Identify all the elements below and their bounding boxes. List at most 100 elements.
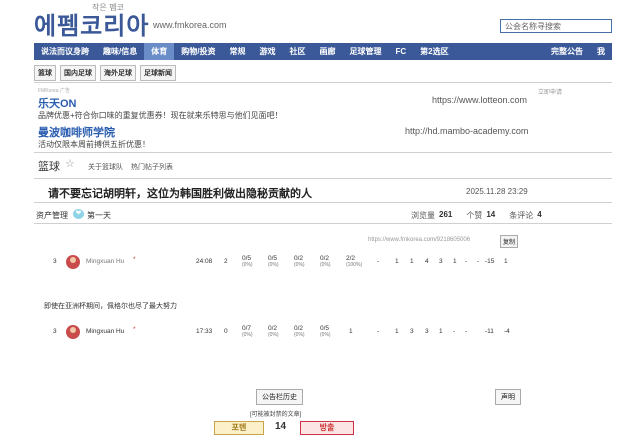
nav-item[interactable]: 说法而议身跨 xyxy=(34,43,96,60)
nav-item[interactable]: 画廊 xyxy=(312,43,342,60)
stat-value: - xyxy=(465,258,468,265)
stat-value: 1 xyxy=(453,258,457,265)
stats-gap xyxy=(456,210,462,221)
jersey-number: 3 xyxy=(53,328,57,335)
nav-item[interactable]: 游戏 xyxy=(252,43,282,60)
stat-value: 4 xyxy=(425,258,429,265)
ad-desc: 品牌优惠+符合你口味的重复优惠券！现在就来乐特思与他们见面吧！ xyxy=(38,111,283,120)
stat-value: 1 xyxy=(410,258,414,265)
stat-value: 0/5 xyxy=(320,325,330,332)
ad-desc: 活动仅限本周前搏供五折优惠！ xyxy=(38,140,150,149)
stat-row: 3 Mingxuan Hu * 24:08 2 0/5 (0%) 0/5 (0%) … xyxy=(53,255,513,270)
stat-cell: 2/2 (100%) xyxy=(346,255,362,268)
divider xyxy=(34,202,612,203)
board-history-button[interactable]: 公告栏历史 xyxy=(256,389,303,405)
divider xyxy=(34,178,612,179)
stat-value: 2/2 xyxy=(346,255,356,262)
stat-pct: (0%) xyxy=(294,262,305,268)
ad-title[interactable]: 曼波咖啡师学院 xyxy=(38,124,115,140)
nav-item[interactable]: 第2选区 xyxy=(413,43,455,60)
stat-value: - xyxy=(377,328,380,335)
stat-value: - xyxy=(477,258,480,265)
stat-cell: 0/2 (0%) xyxy=(268,325,279,338)
permalink[interactable]: https://www.fmkorea.com/9218605006 xyxy=(368,237,470,243)
logo-text: 에펨코리아 xyxy=(34,12,150,40)
nav-item[interactable]: 常规 xyxy=(222,43,252,60)
divider xyxy=(34,223,612,224)
stat-pct: (0%) xyxy=(242,332,253,338)
stat-cell: 0/5 (0%) xyxy=(242,255,253,268)
site-logo[interactable]: 작은 펨코 에펨코리아 xyxy=(34,3,150,41)
vote-up-button[interactable]: 포텐 xyxy=(214,421,264,435)
stat-value: 3 xyxy=(410,328,414,335)
stat-value: 0/5 xyxy=(268,255,278,262)
ad-url[interactable]: http://hd.mambo-academy.com xyxy=(405,126,528,136)
main-nav: 说法而议身跨 趣味/信息 体育 购物/投资 常规 游戏 社区 画廊 足球管理 F… xyxy=(34,43,612,60)
stat-pct: (0%) xyxy=(320,262,331,268)
divider xyxy=(34,82,612,83)
stat-pct: (0%) xyxy=(294,332,305,338)
ad-apply-link[interactable]: 立即申请 xyxy=(538,87,562,96)
post-stats: 浏览量 261 个赞 14 条评论 4 xyxy=(411,210,542,221)
stat-cell: 0/2 (0%) xyxy=(294,325,305,338)
player-mark: * xyxy=(133,326,136,333)
views-count: 261 xyxy=(439,210,453,219)
likes-count: 14 xyxy=(486,210,496,219)
nav-item[interactable]: FC xyxy=(388,43,413,60)
ad-title[interactable]: 乐天ON xyxy=(38,95,77,111)
stat-value: 3 xyxy=(425,328,429,335)
ad-url[interactable]: https://www.lotteon.com xyxy=(432,95,527,105)
divider xyxy=(34,152,612,153)
stat-value: 0/2 xyxy=(294,255,304,262)
copy-button[interactable]: 复制 xyxy=(500,235,519,248)
nav-item[interactable]: 社区 xyxy=(282,43,312,60)
player-name: Mingxuan Hu xyxy=(86,258,125,265)
nav-item-sports[interactable]: 体育 xyxy=(144,43,175,60)
views-label: 浏览量 xyxy=(411,211,435,220)
nav-item[interactable]: 足球管理 xyxy=(342,43,388,60)
nav-item-me[interactable]: 我 xyxy=(590,43,612,60)
stat-cell: 0/5 (0%) xyxy=(268,255,279,268)
stat-minutes: 17:33 xyxy=(196,328,213,335)
player-name: Mingxuan Hu xyxy=(86,328,125,335)
stat-value: - xyxy=(453,328,456,335)
subnav-item[interactable]: 足球新闻 xyxy=(140,65,176,81)
post-caption: 即使在亚洲杯期间，佩格尔也尽了最大努力 xyxy=(44,303,177,310)
stat-value: 1 xyxy=(349,328,353,335)
author-level: 第一天 xyxy=(87,211,111,220)
sub-nav: 篮球 国内足球 海外足球 足球新闻 xyxy=(34,65,176,81)
board-link[interactable]: 热门帖子列表 xyxy=(131,162,173,172)
stats-gap xyxy=(499,210,505,221)
board-link[interactable]: 关于篮球队 xyxy=(88,162,123,172)
search-input[interactable]: 公会名称寻搜索 xyxy=(500,19,612,33)
comments-label: 条评论 xyxy=(509,211,534,220)
author-badge-icon: ❤ xyxy=(73,209,84,219)
post-title: 请不要忘记胡明轩，这位为韩国胜利做出隐秘贡献的人 xyxy=(48,188,312,200)
stat-value: -4 xyxy=(504,328,510,335)
jersey-number: 3 xyxy=(53,258,57,265)
report-button[interactable]: 声明 xyxy=(495,389,521,405)
subnav-item[interactable]: 海外足球 xyxy=(100,65,136,81)
nav-item-notice[interactable]: 完整公告 xyxy=(544,43,590,60)
star-icon[interactable]: ☆ xyxy=(65,157,75,170)
player-avatar xyxy=(66,325,80,339)
subnav-item[interactable]: 篮球 xyxy=(34,65,56,81)
subnav-item[interactable]: 国内足球 xyxy=(60,65,96,81)
stat-value: 1 xyxy=(395,328,399,335)
stat-pct: (0%) xyxy=(242,262,253,268)
board-title[interactable]: 篮球 xyxy=(38,158,60,174)
nav-item[interactable]: 趣味/信息 xyxy=(96,43,144,60)
stat-pct: (0%) xyxy=(268,262,279,268)
nav-item[interactable]: 购物/投资 xyxy=(174,43,222,60)
stat-pct: (0%) xyxy=(268,332,279,338)
stat-value: 1 xyxy=(439,328,443,335)
author-name[interactable]: 资产管理 xyxy=(36,210,68,221)
stat-value: 0/7 xyxy=(242,325,252,332)
stat-value: 0/5 xyxy=(242,255,252,262)
vote-down-button[interactable]: 방출 xyxy=(300,421,354,435)
stat-value: 0/2 xyxy=(268,325,278,332)
stat-minutes: 24:08 xyxy=(196,258,213,265)
blocked-note: [可能被封禁的文章] xyxy=(250,412,302,418)
stat-value: 0/2 xyxy=(320,255,330,262)
stat-value: 1 xyxy=(504,258,508,265)
